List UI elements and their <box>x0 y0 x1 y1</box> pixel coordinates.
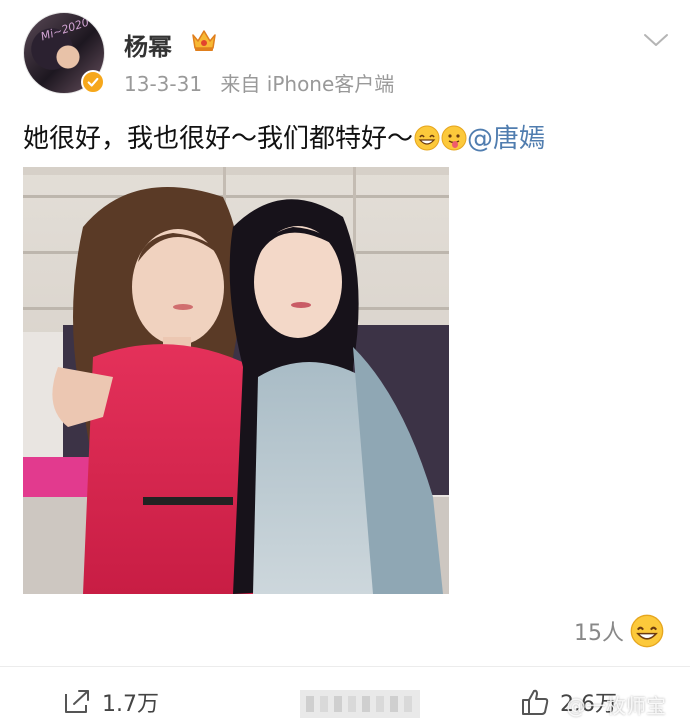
avatar-text: Mi~2020 <box>39 15 91 44</box>
share-icon <box>65 690 89 713</box>
grin-emoji-icon <box>630 614 664 648</box>
thumbs-up-icon <box>522 689 549 715</box>
mention-link[interactable]: @唐嫣 <box>467 124 545 154</box>
photo-illustration <box>23 167 449 594</box>
reaction-summary[interactable]: 15人 <box>574 614 664 648</box>
weibo-post: Mi~2020 杨幂 13-3-31 来自 iPhone客户端 她很好，我也很好… <box>0 0 690 722</box>
share-count: 1.7万 <box>102 692 159 717</box>
comment-button[interactable] <box>300 690 420 718</box>
chevron-down-icon[interactable] <box>642 30 670 50</box>
verified-icon <box>81 70 105 94</box>
share-button[interactable]: 1.7万 <box>62 686 159 718</box>
post-date: 13-3-31 <box>124 72 203 96</box>
grin-emoji-icon <box>414 125 440 151</box>
username[interactable]: 杨幂 <box>124 27 172 62</box>
reaction-count: 15人 <box>574 621 624 646</box>
post-meta: 13-3-31 来自 iPhone客户端 <box>124 68 394 97</box>
post-text: 她很好，我也很好～我们都特好～ @唐嫣 <box>23 118 545 155</box>
post-source: 来自 iPhone客户端 <box>220 72 395 96</box>
divider <box>0 666 690 667</box>
tongue-emoji-icon <box>441 125 467 151</box>
post-photo[interactable] <box>23 167 449 594</box>
crown-icon <box>192 30 216 51</box>
post-body: 她很好，我也很好～我们都特好～ <box>23 124 414 154</box>
watermark: @一枚师宝 <box>566 694 666 718</box>
avatar-container[interactable]: Mi~2020 <box>23 12 105 94</box>
